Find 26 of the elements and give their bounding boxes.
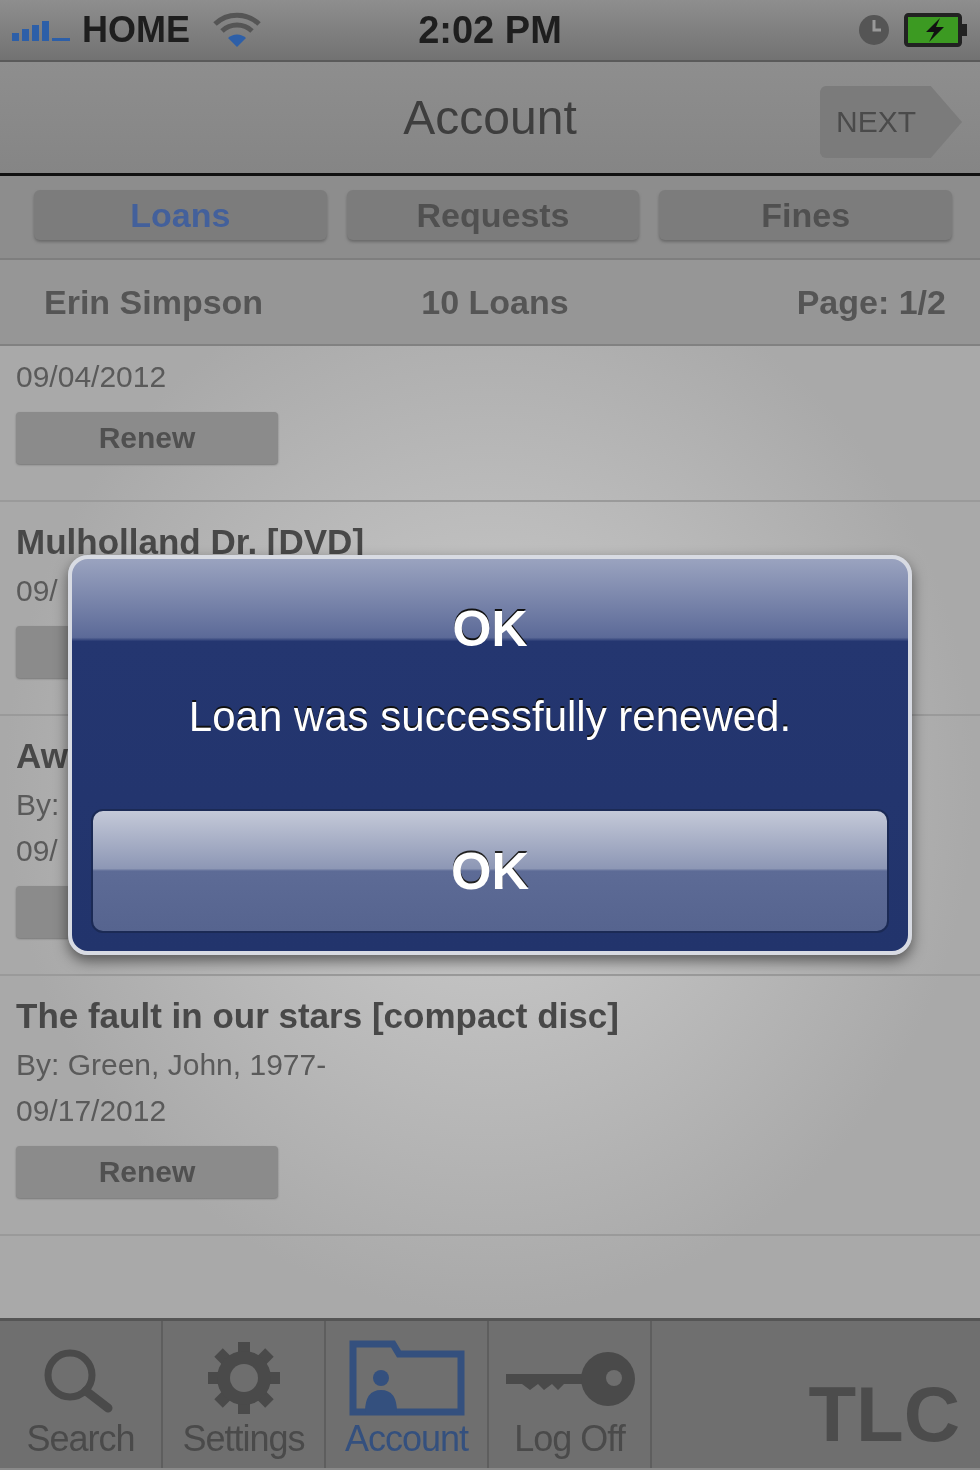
clock-icon: [858, 14, 890, 46]
carrier-name: HOME: [82, 9, 190, 51]
battery-icon: [904, 13, 968, 47]
loan-author: By:: [16, 787, 60, 823]
loan-count: 10 Loans: [420, 282, 570, 322]
loan-title: Aw: [16, 735, 68, 777]
clock-time: 2:02 PM: [418, 8, 562, 51]
page-indicator: Page: 1/2: [795, 282, 946, 322]
signal-icon: [12, 19, 70, 41]
screen-title: Account: [403, 90, 577, 145]
due-date: 09/17/2012: [16, 1093, 167, 1129]
tab-bar-item[interactable]: Account: [326, 1321, 489, 1468]
patron-name: Erin Simpson: [44, 282, 265, 322]
alert-title: OK: [452, 600, 528, 659]
renew-button[interactable]: Renew: [16, 1146, 278, 1198]
loan-title: The fault in our stars [compact disc]: [16, 995, 619, 1037]
due-date: 09/04/2012: [16, 359, 167, 395]
renew-button[interactable]: Renew: [16, 412, 278, 464]
due-date: 09/: [16, 833, 58, 869]
loan-author: By: Green, John, 1977-: [16, 1047, 327, 1083]
ok-button[interactable]: OK: [91, 809, 889, 933]
alert-message: Loan was successfully renewed.: [188, 692, 792, 742]
due-date: 09/: [16, 573, 58, 609]
folder-person-icon: [348, 1340, 465, 1416]
wifi-icon: [212, 12, 262, 48]
tab[interactable]: Loans: [34, 190, 327, 240]
